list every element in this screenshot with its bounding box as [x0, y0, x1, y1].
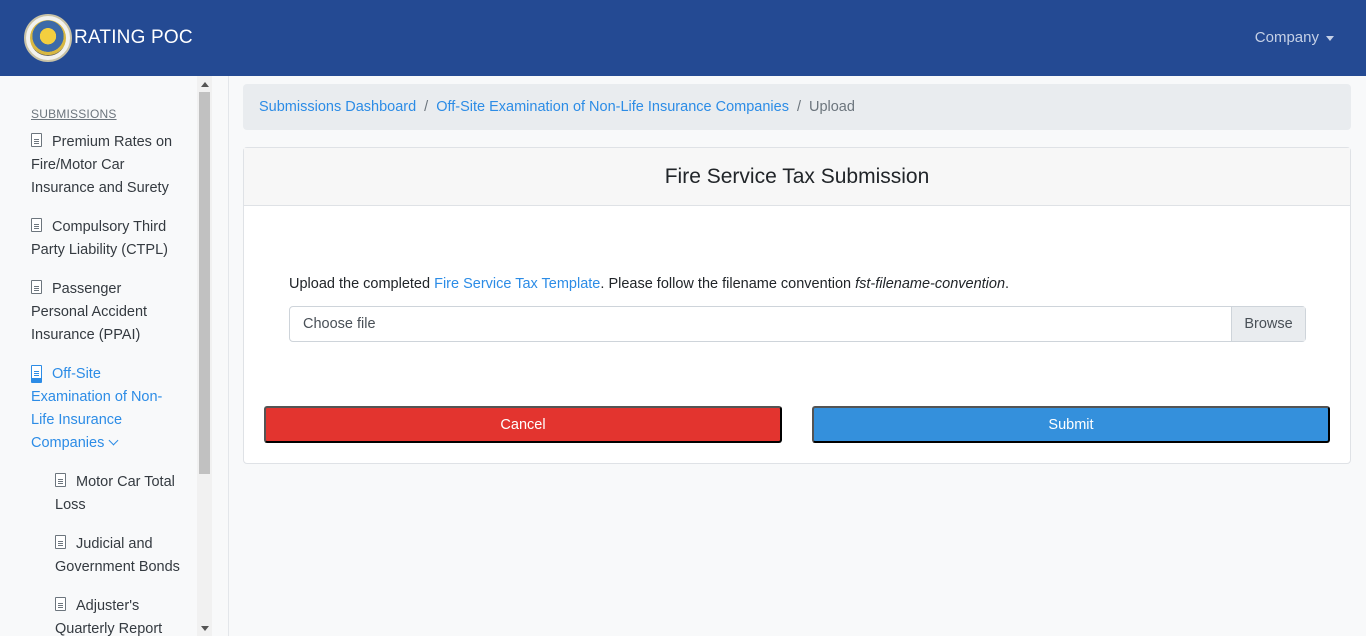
- sidebar-item-label: Off-Site Examination of Non-Life Insuran…: [31, 366, 163, 451]
- document-icon: [55, 535, 66, 549]
- sidebar-item-judicial-government-bonds[interactable]: Judicial and Government Bonds: [55, 533, 183, 579]
- company-dropdown[interactable]: Company: [1255, 29, 1334, 46]
- insurance-commission-seal-logo: [24, 14, 72, 62]
- instruction-middle: . Please follow the filename convention: [600, 276, 856, 292]
- sidebar-scrollbar[interactable]: [197, 76, 212, 636]
- sidebar-item-label: Motor Car Total Loss: [55, 474, 175, 513]
- sidebar-heading-submissions: SUBMISSIONS: [31, 107, 117, 121]
- sidebar-item-label: Passenger Personal Accident Insurance (P…: [31, 281, 148, 343]
- chevron-down-icon: [108, 435, 119, 446]
- card-title: Fire Service Tax Submission: [244, 148, 1350, 206]
- caret-down-icon: [1326, 36, 1334, 41]
- breadcrumb-link-offsite-examination[interactable]: Off-Site Examination of Non-Life Insuran…: [436, 99, 789, 115]
- scrollbar-thumb[interactable]: [199, 92, 210, 474]
- main-content: Submissions Dashboard / Off-Site Examina…: [243, 84, 1351, 464]
- document-icon: [55, 597, 66, 611]
- sidebar-item-offsite-examination[interactable]: Off-Site Examination of Non-Life Insuran…: [31, 363, 181, 455]
- document-icon: [31, 365, 42, 379]
- sidebar-item-ppai[interactable]: Passenger Personal Accident Insurance (P…: [31, 278, 181, 347]
- sidebar-item-label: Premium Rates on Fire/Motor Car Insuranc…: [31, 134, 173, 196]
- template-link[interactable]: Fire Service Tax Template: [434, 276, 600, 292]
- company-dropdown-label: Company: [1254, 29, 1319, 46]
- sidebar-item-adjusters-quarterly-report[interactable]: Adjuster's Quarterly Report: [55, 595, 183, 636]
- scroll-up-arrow-icon[interactable]: [201, 82, 209, 87]
- breadcrumb-separator: /: [796, 99, 801, 115]
- sidebar-item-premium-rates[interactable]: Premium Rates on Fire/Motor Car Insuranc…: [31, 131, 181, 200]
- sidebar-item-label: Compulsory Third Party Liability (CTPL): [31, 219, 168, 258]
- sidebar: SUBMISSIONS Premium Rates on Fire/Motor …: [0, 76, 229, 636]
- sidebar-item-label: Adjuster's Quarterly Report: [55, 598, 163, 636]
- breadcrumb-separator: /: [424, 99, 429, 115]
- submission-card: Fire Service Tax Submission Upload the c…: [243, 147, 1351, 464]
- sidebar-item-label: Judicial and Government Bonds: [55, 536, 180, 575]
- breadcrumb-current-upload: Upload: [808, 99, 855, 115]
- document-icon: [31, 133, 42, 147]
- filename-convention: fst-filename-convention: [855, 276, 1006, 292]
- brand-link[interactable]: RATING POC: [24, 14, 193, 62]
- seal-emblem-icon: [30, 20, 66, 56]
- file-input-placeholder: Choose file: [303, 316, 376, 332]
- instruction-prefix: Upload the completed: [289, 276, 435, 292]
- upload-instruction: Upload the completed Fire Service Tax Te…: [289, 276, 1009, 292]
- sidebar-item-motor-car-total-loss[interactable]: Motor Car Total Loss: [55, 471, 183, 517]
- top-navbar: RATING POC Company: [0, 0, 1366, 76]
- scroll-down-arrow-icon[interactable]: [201, 626, 209, 631]
- browse-button[interactable]: Browse: [1231, 307, 1305, 341]
- document-icon: [31, 218, 42, 232]
- document-icon: [55, 473, 66, 487]
- sidebar-item-ctpl[interactable]: Compulsory Third Party Liability (CTPL): [31, 216, 181, 262]
- submit-button[interactable]: Submit: [812, 406, 1330, 443]
- cancel-button[interactable]: Cancel: [264, 406, 782, 443]
- breadcrumb: Submissions Dashboard / Off-Site Examina…: [243, 84, 1351, 130]
- brand-title: RATING POC: [74, 27, 193, 48]
- document-icon: [31, 280, 42, 294]
- sidebar-menu: SUBMISSIONS Premium Rates on Fire/Motor …: [31, 107, 181, 636]
- instruction-suffix: .: [1005, 276, 1010, 292]
- file-upload-input[interactable]: Choose file Browse: [289, 306, 1306, 342]
- breadcrumb-link-submissions-dashboard[interactable]: Submissions Dashboard: [259, 99, 416, 115]
